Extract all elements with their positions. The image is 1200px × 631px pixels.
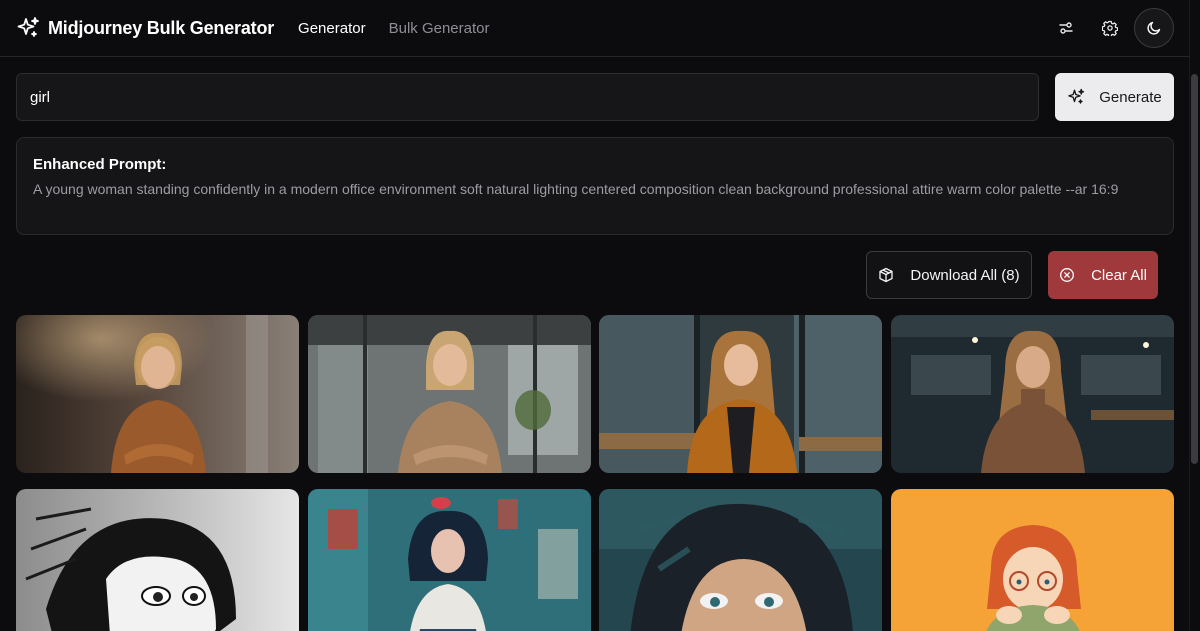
download-all-label: Download All (8) [910,266,1020,284]
clear-all-button[interactable]: Clear All [1048,251,1158,299]
moon-icon [1147,21,1161,35]
nav-generator[interactable]: Generator [298,20,366,37]
enhanced-prompt-title: Enhanced Prompt: [33,156,167,173]
main-nav: Generator Bulk Generator [298,20,512,37]
scrollbar-thumb[interactable] [1191,74,1198,464]
generated-image-2[interactable] [308,315,591,473]
nav-bulk-generator[interactable]: Bulk Generator [389,20,490,37]
brand[interactable]: Midjourney Bulk Generator [16,16,274,40]
enhanced-prompt-text: A young woman standing confidently in a … [33,181,1119,197]
clear-all-label: Clear All [1091,266,1147,284]
generated-image-5[interactable] [16,489,299,631]
generate-button[interactable]: Generate [1055,73,1174,121]
generated-image-4[interactable] [891,315,1174,473]
generated-image-8[interactable] [891,489,1174,631]
prompt-input[interactable] [16,73,1039,121]
top-navigation-bar: Midjourney Bulk Generator Generator Bulk… [0,0,1189,57]
sliders-icon [1059,22,1073,34]
sparkles-icon [17,17,39,37]
theme-toggle-button[interactable] [1134,8,1174,48]
generate-label: Generate [1099,88,1162,106]
generated-image-7[interactable] [599,489,882,631]
sparkles-icon [1068,88,1085,104]
generated-image-3[interactable] [599,315,882,473]
header-actions [1042,8,1174,48]
settings-button[interactable] [1090,8,1130,48]
page-scrollbar[interactable] [1189,0,1200,631]
circle-x-icon [1060,268,1075,282]
enhanced-prompt-card: Enhanced Prompt: A young woman standing … [16,137,1174,235]
download-all-button[interactable]: Download All (8) [866,251,1032,299]
generated-image-1[interactable] [16,315,299,473]
generated-image-6[interactable] [308,489,591,631]
gear-icon [1102,20,1118,36]
package-icon [879,267,894,283]
app-title: Midjourney Bulk Generator [48,17,275,38]
filter-settings-button[interactable] [1046,8,1086,48]
